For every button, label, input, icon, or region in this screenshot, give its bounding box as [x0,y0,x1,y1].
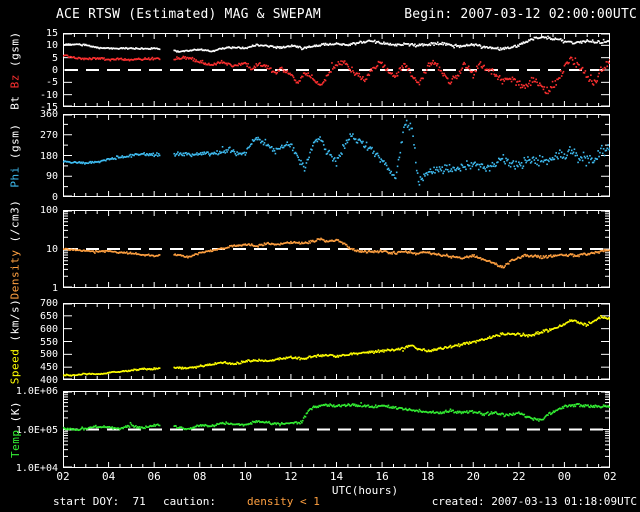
x-tick-label: 16 [366,471,398,483]
x-tick-label: 10 [229,471,261,483]
axis-label-part: (gsm) [9,123,22,159]
speed-panel [63,303,610,380]
phi-panel [63,114,610,197]
x-tick-label: 00 [548,471,580,483]
x-tick-label: 14 [321,471,353,483]
axis-label-part: (K) [9,401,22,422]
phi-chart [63,114,610,197]
speed-chart [63,303,610,380]
axis-label-part: (/cm3) [9,199,22,242]
axis-label-part: (km/s) [9,299,22,342]
footer: start DOY: 71 caution: density < 1 creat… [0,495,640,509]
caution-value: density < 1 [247,495,320,508]
density-panel [63,210,610,288]
x-tick-label: 06 [138,471,170,483]
begin-timestamp: Begin: 2007-03-12 02:00:00UTC [404,7,637,22]
temp-axis-label: Temp (K) [1,370,29,490]
x-tick-label: 22 [503,471,535,483]
temp-panel [63,391,610,468]
page-title: ACE RTSW (Estimated) MAG & SWEPAM [56,7,321,22]
bt-bz-chart [63,33,610,107]
density-chart [63,210,610,288]
x-tick-label: 04 [93,471,125,483]
axis-label-part: (gsm) [9,31,22,67]
x-tick-label: 20 [457,471,489,483]
axis-label-part: Phi [9,159,22,188]
x-tick-label: 18 [412,471,444,483]
axis-label-part: Temp [9,422,22,458]
bt-bz-panel [63,33,610,107]
ace-rtsw-plot: ACE RTSW (Estimated) MAG & SWEPAM Begin:… [0,0,640,512]
x-tick-label: 12 [275,471,307,483]
x-tick-label: 08 [184,471,216,483]
created-timestamp: created: 2007-03-13 01:18:09UTC [432,495,637,508]
x-tick-label: 02 [594,471,626,483]
x-tick-label: 02 [47,471,79,483]
temp-chart [63,391,610,468]
caution-label: caution: [163,495,216,508]
axis-label-part: Bz [9,66,22,87]
start-doy-text: start DOY: 71 [53,495,146,508]
